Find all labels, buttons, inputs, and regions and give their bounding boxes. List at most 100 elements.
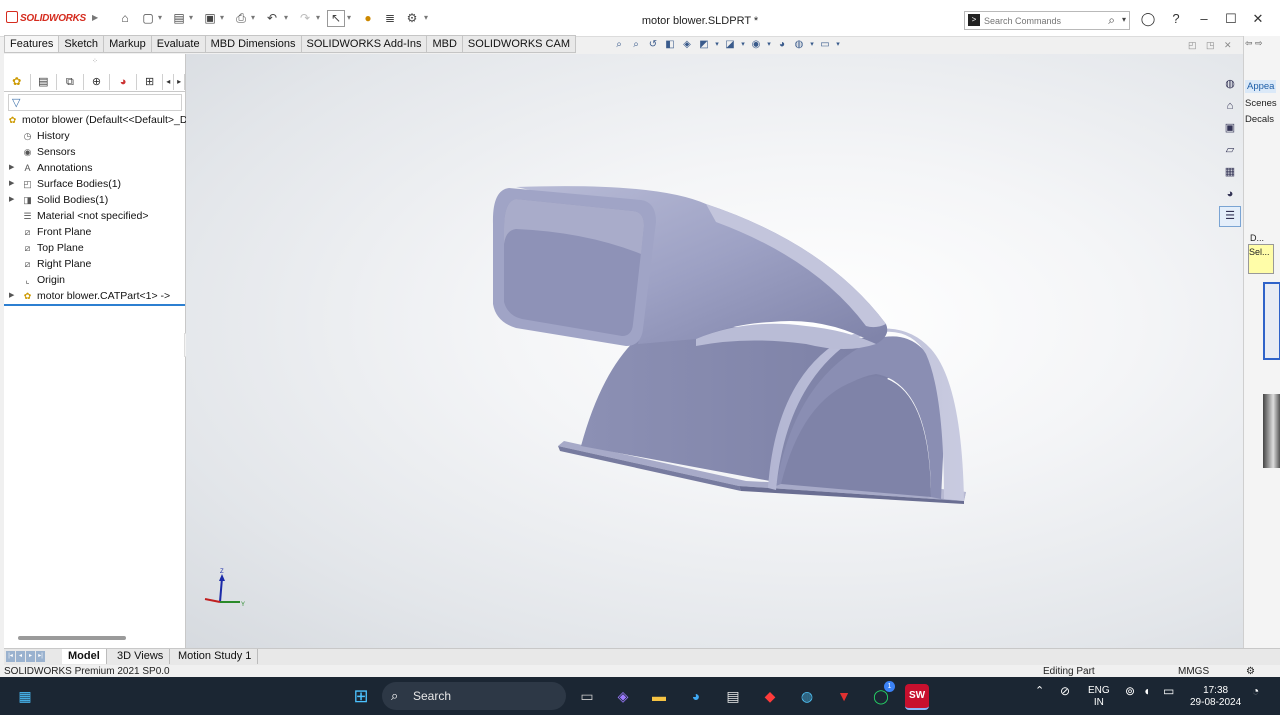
open-dropdown-icon[interactable]: ▾ [189,13,195,22]
first-tab-icon[interactable]: |◂ [6,651,15,662]
tree-item-front-plane[interactable]: ⧄ Front Plane [4,224,185,240]
tab-solidworks-cam[interactable]: SOLIDWORKS CAM [462,35,576,53]
edit-appearance-icon[interactable]: ◕ [775,38,789,51]
save-dropdown-icon[interactable]: ▾ [220,13,226,22]
file-properties-icon[interactable]: ≣ [382,11,398,25]
view-settings-icon[interactable]: ▭ [818,38,832,51]
tab-solidworks-addins[interactable]: SOLIDWORKS Add-Ins [301,35,428,53]
file-explorer-icon[interactable]: ▣ [1219,118,1241,139]
tree-item-annotations[interactable]: ▶ A Annotations [4,160,185,176]
home-icon[interactable]: ⌂ [117,11,133,25]
solidworks-taskbar-icon[interactable]: SW [905,684,929,710]
display-style-icon[interactable]: ◪ [723,38,737,51]
tree-item-top-plane[interactable]: ⧄ Top Plane [4,240,185,256]
new-document-icon[interactable]: ▢ [140,11,156,25]
copilot-icon[interactable]: ◈ [611,684,635,708]
display-style-dropdown-icon[interactable]: ▾ [740,38,746,51]
battery-icon[interactable]: ▭ [1163,685,1174,697]
next-tab-icon[interactable]: ▸ [26,651,35,662]
minimize-button[interactable]: – [1196,11,1212,27]
select-dropdown-icon[interactable]: ▾ [347,13,353,22]
tab-model[interactable]: Model [62,649,107,664]
tree-item-imported-part[interactable]: ▶ ✿ motor blower.CATPart<1> -> [4,288,185,304]
hide-show-dropdown-icon[interactable]: ▾ [766,38,772,51]
app-red-diamond-icon[interactable]: ◆ [758,684,782,708]
redo-icon[interactable]: ↷ [297,11,313,25]
open-folder-icon[interactable]: ▤ [171,11,187,25]
tab-mbd-dimensions[interactable]: MBD Dimensions [205,35,302,53]
network-off-icon[interactable]: ⊘ [1060,685,1070,697]
widgets-icon[interactable]: ▦ [13,684,37,708]
apply-scene-dropdown-icon[interactable]: ▾ [809,38,815,51]
tab-features[interactable]: Features [4,35,60,53]
tab-sketch[interactable]: Sketch [59,35,105,53]
apply-scene-icon[interactable]: ◍ [792,38,806,51]
last-tab-icon[interactable]: ▸| [36,651,45,662]
feature-tree-filter[interactable]: ▽ [8,94,182,111]
wifi-icon[interactable]: ⊚ [1125,685,1135,697]
help-icon[interactable]: ? [1168,11,1184,27]
cam-manager-icon[interactable]: ⊞ [137,74,164,90]
solidworks-logo[interactable]: SOLIDWORKS [6,11,86,24]
tree-item-origin[interactable]: ⌞ Origin [4,272,185,288]
viewport-close-icon[interactable]: ✕ [1224,40,1232,51]
edge-browser-icon[interactable]: ◕ [684,684,708,708]
language-indicator[interactable]: ENG IN [1088,685,1110,709]
task-pane-scenes[interactable]: Scenes [1245,98,1277,109]
expand-arrow-icon[interactable]: ▶ [9,176,14,192]
tab-motion-study-1[interactable]: Motion Study 1 [172,649,259,664]
print-dropdown-icon[interactable]: ▾ [251,13,257,22]
search-icon[interactable]: ⌕ [1108,13,1115,28]
arch-body[interactable] [581,324,964,501]
options-dropdown-icon[interactable]: ▾ [424,13,430,22]
tree-item-history[interactable]: ◷ History [4,128,185,144]
view-orientation-icon[interactable]: ◩ [697,38,711,51]
save-icon[interactable]: ▣ [202,11,218,25]
prev-tab-icon[interactable]: ◂ [16,651,25,662]
tab-evaluate[interactable]: Evaluate [151,35,206,53]
task-pane-active-tab-icon[interactable]: ☰ [1219,206,1241,227]
task-pane-back-icon[interactable]: ⇦ ⇨ [1245,38,1263,49]
whatsapp-icon[interactable]: ◯ 1 [869,681,895,708]
graphics-viewport[interactable]: Z Y [186,54,1243,648]
tree-item-material[interactable]: ☰ Material <not specified> [4,208,185,224]
model-3d-view[interactable] [186,54,1243,648]
search-dropdown-icon[interactable]: ▾ [1122,15,1126,24]
select-pointer-icon[interactable]: ↖ [327,10,345,27]
viewport-restore-icon[interactable]: ◰ [1188,40,1197,51]
print-icon[interactable]: ⎙ [233,11,249,25]
status-units[interactable]: MMGS [1178,665,1209,677]
view-palette-icon[interactable]: ▱ [1219,140,1241,161]
previous-view-icon[interactable]: ↺ [646,38,660,51]
search-commands-box[interactable]: > ⌕ ▾ [964,11,1130,30]
displaymanager-icon[interactable]: ◕ [110,74,137,90]
app-blue-icon[interactable]: ◍ [795,684,819,708]
close-button[interactable]: ✕ [1250,11,1266,27]
mcafee-icon[interactable]: ▼ [832,684,856,708]
configurationmanager-icon[interactable]: ⧉ [57,74,84,90]
new-dropdown-icon[interactable]: ▾ [158,13,164,22]
viewport-tile-icon[interactable]: ◳ [1206,40,1215,51]
task-view-icon[interactable]: ▭ [575,684,599,708]
task-pane-selection-swatch[interactable]: Sel... [1248,244,1274,274]
appearance-thumbnail[interactable] [1263,394,1280,468]
status-customize-icon[interactable]: ⚙ [1246,665,1255,677]
undo-icon[interactable]: ↶ [264,11,280,25]
clock[interactable]: 17:38 29-08-2024 [1190,685,1241,709]
tree-item-sensors[interactable]: ◉ Sensors [4,144,185,160]
volume-icon[interactable]: ◖ [1143,685,1150,697]
maximize-button[interactable]: ☐ [1223,11,1239,27]
feature-tree-hscrollbar[interactable] [18,636,126,640]
file-explorer-icon[interactable]: ▬ [647,684,671,708]
tabs-scroll-left-icon[interactable]: ◂ [163,74,175,90]
expand-arrow-icon[interactable]: ▶ [9,160,14,176]
rollback-bar[interactable] [4,304,185,306]
tree-item-right-plane[interactable]: ⧄ Right Plane [4,256,185,272]
task-pane-decals[interactable]: Decals [1245,114,1274,125]
expand-arrow-icon[interactable]: ▶ [9,288,14,304]
menu-expand-icon[interactable]: ▶ [92,13,98,22]
panel-grip-icon[interactable]: ⁘ [92,57,98,65]
duct-body[interactable] [492,186,888,349]
design-library-icon[interactable]: ⌂ [1219,96,1241,117]
taskbar-search[interactable]: ⌕ Search [382,682,566,710]
